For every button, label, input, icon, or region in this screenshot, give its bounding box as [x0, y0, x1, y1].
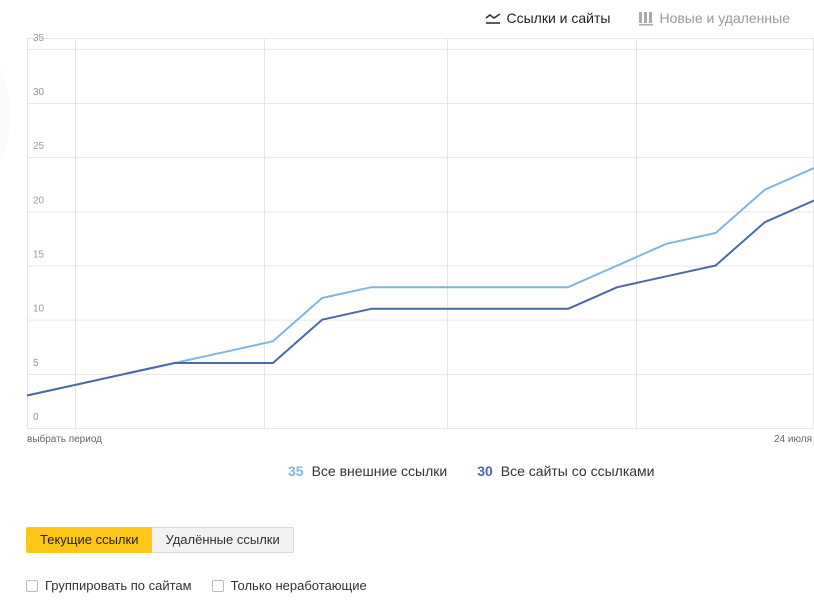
links-line-chart: 0 5 10 15 20 25 30 35 выбрать период 24 июля — [26, 33, 814, 445]
legend-linking-sites-total: 30 — [477, 463, 493, 479]
group-by-sites-box[interactable] — [26, 579, 38, 592]
links-filter-segment: Текущие ссылки Удалённые ссылки — [26, 527, 294, 553]
only-broken-box[interactable] — [211, 579, 224, 592]
series-line-1 — [26, 199, 814, 397]
group-by-sites-label: Группировать по сайтам — [45, 578, 192, 593]
legend-linking-sites-label: Все сайты со ссылками — [500, 463, 655, 479]
y-tick-label: 15 — [33, 250, 45, 261]
series-line-0 — [26, 167, 814, 397]
legend-external-links-label: Все внешние ссылки — [311, 463, 448, 479]
y-axis-ticks: 0 5 10 15 20 25 30 35 — [33, 33, 45, 423]
y-tick-label: 30 — [33, 87, 45, 98]
y-tick-label: 35 — [33, 33, 45, 44]
y-tick-label: 5 — [33, 358, 39, 369]
chart-legend: 35 Все внешние ссылки 30 Все сайты со сс… — [288, 463, 684, 479]
only-broken-checkbox[interactable]: Только неработающие — [211, 578, 367, 593]
x-label-select-period[interactable]: выбрать период — [27, 433, 102, 445]
y-tick-label: 10 — [33, 304, 45, 315]
current-links-button[interactable]: Текущие ссылки — [26, 527, 153, 553]
legend-external-links-total: 35 — [288, 463, 304, 479]
filter-options: Группировать по сайтам Только неработающ… — [26, 578, 387, 593]
y-tick-label: 0 — [33, 412, 39, 423]
x-label-date: 24 июля — [774, 434, 812, 445]
y-tick-label: 20 — [33, 195, 45, 206]
y-tick-label: 25 — [33, 141, 45, 152]
removed-links-button[interactable]: Удалённые ссылки — [152, 527, 294, 553]
group-by-sites-checkbox[interactable]: Группировать по сайтам — [26, 578, 192, 593]
legend-linking-sites[interactable]: 30 Все сайты со ссылками — [477, 463, 654, 479]
legend-external-links[interactable]: 35 Все внешние ссылки — [288, 463, 447, 479]
chart-series — [26, 167, 814, 397]
only-broken-label: Только неработающие — [230, 578, 367, 593]
